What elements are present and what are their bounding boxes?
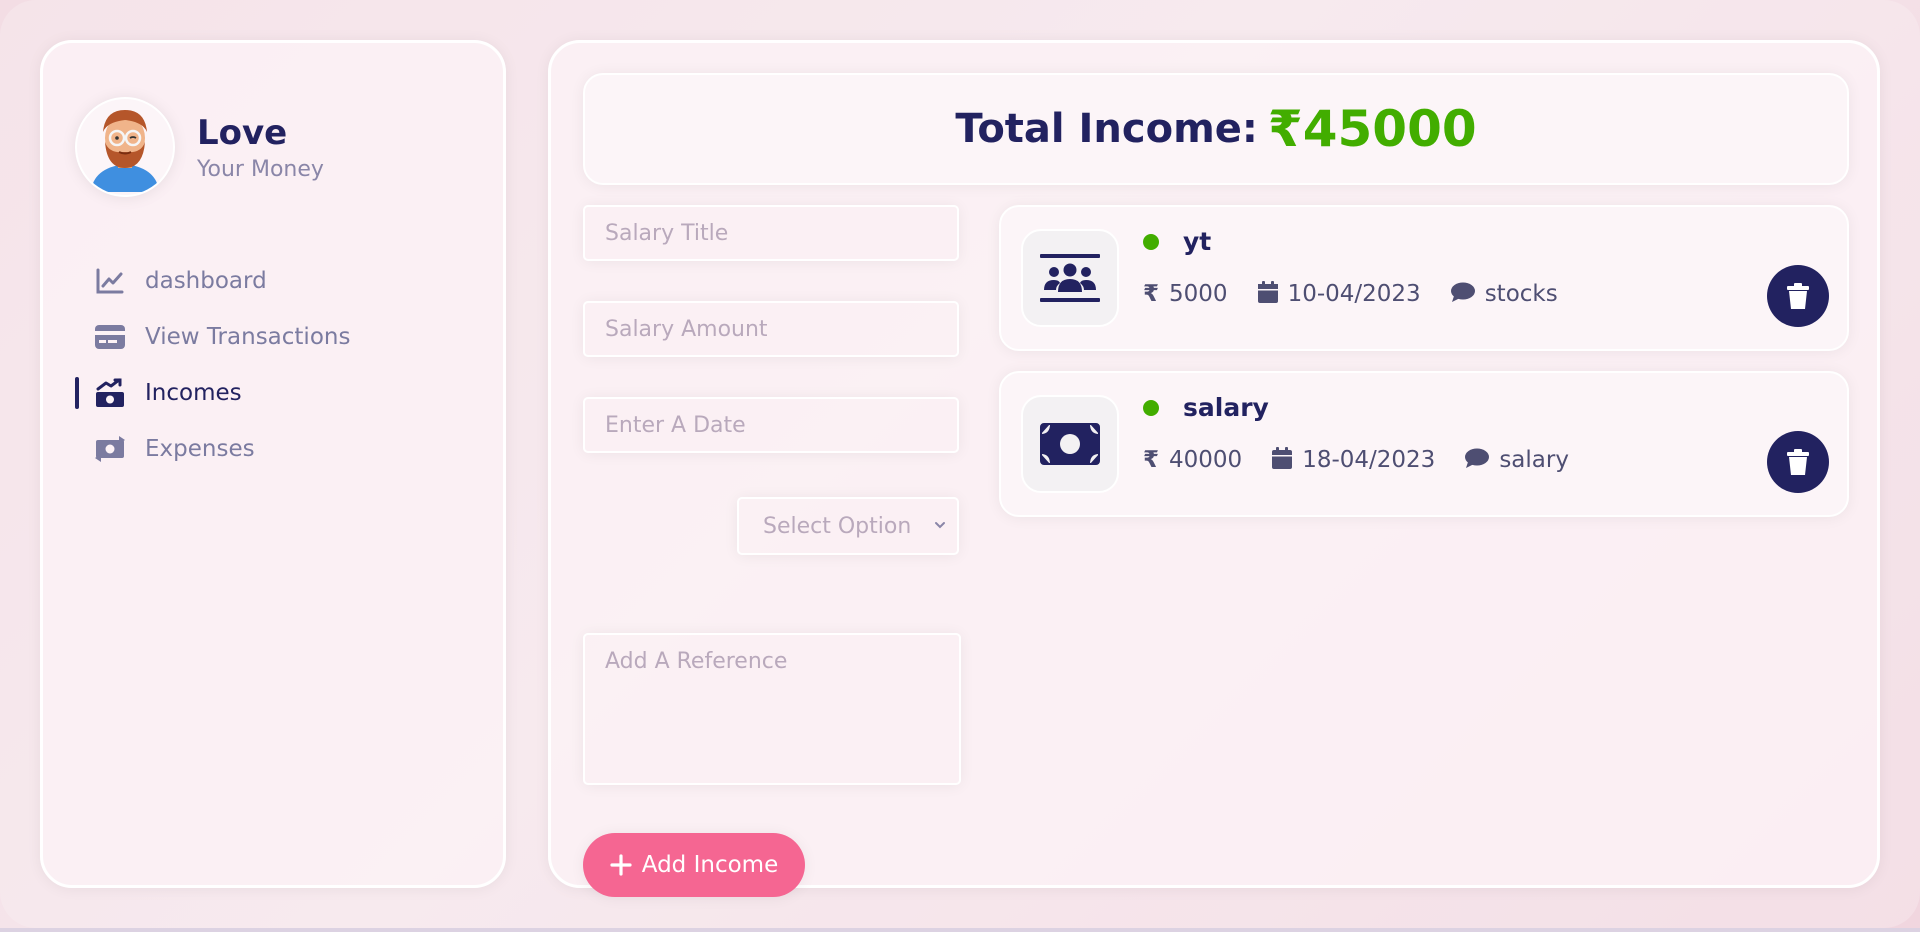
profile-name: Love xyxy=(197,112,288,153)
avatar xyxy=(75,97,175,197)
income-date: 18-04/2023 xyxy=(1272,447,1435,473)
income-date: 10-04/2023 xyxy=(1257,281,1421,307)
income-category-icon-box xyxy=(1021,229,1119,327)
add-income-label: Add Income xyxy=(641,852,779,878)
nav-label: Incomes xyxy=(145,380,242,406)
trash-icon xyxy=(1787,283,1809,309)
total-income-value: ₹45000 xyxy=(1267,100,1477,158)
trash-icon xyxy=(1787,449,1809,475)
nav-label: dashboard xyxy=(145,268,267,294)
salary-amount-input[interactable] xyxy=(583,301,959,357)
money-bill-trend-icon xyxy=(93,376,127,410)
income-amount: ₹ 5000 xyxy=(1143,281,1228,307)
money-bill-transfer-icon xyxy=(93,432,127,466)
income-title: salary xyxy=(1183,393,1269,422)
window-bottom-edge xyxy=(0,928,1920,932)
income-description: stocks xyxy=(1450,281,1558,307)
user-profile: Love Your Money xyxy=(75,97,324,197)
amount-value: 40000 xyxy=(1169,447,1243,473)
money-bill-icon xyxy=(1040,423,1100,465)
credit-card-icon xyxy=(93,320,127,354)
category-select[interactable]: Select Option xyxy=(737,497,959,555)
avatar-icon xyxy=(91,110,159,192)
rupee-icon: ₹ xyxy=(1143,281,1160,307)
status-dot xyxy=(1143,233,1159,250)
income-category-icon-box xyxy=(1021,395,1119,493)
category-select-value: Select Option xyxy=(763,513,912,539)
nav-item-expenses[interactable]: Expenses xyxy=(75,421,350,477)
salary-title-input[interactable] xyxy=(583,205,959,261)
rupee-icon: ₹ xyxy=(1143,447,1160,473)
nav-menu: dashboard View Transactions Incomes Expe… xyxy=(75,253,350,477)
users-icon xyxy=(1040,254,1100,302)
chevron-down-icon xyxy=(933,517,947,536)
total-income-label: Total Income: xyxy=(955,106,1258,152)
comment-icon xyxy=(1465,448,1490,472)
comment-icon xyxy=(1450,282,1475,306)
calendar-icon xyxy=(1257,281,1278,307)
amount-value: 5000 xyxy=(1169,281,1228,307)
date-value: 18-04/2023 xyxy=(1302,447,1436,473)
nav-item-dashboard[interactable]: dashboard xyxy=(75,253,350,309)
income-title: yt xyxy=(1183,227,1212,256)
income-item: salary ₹ 40000 18-04/2023 salary xyxy=(999,371,1849,517)
status-dot xyxy=(1143,399,1159,416)
reference-textarea[interactable] xyxy=(583,633,961,785)
total-income-banner: Total Income: ₹45000 xyxy=(583,73,1849,185)
incomes-panel: Total Income: ₹45000 Select Option Add I… xyxy=(548,40,1880,897)
nav-label: View Transactions xyxy=(145,324,351,350)
chart-line-icon xyxy=(93,264,127,298)
sidebar: Love Your Money dashboard View Transacti… xyxy=(40,40,506,888)
income-amount: ₹ 40000 xyxy=(1143,447,1242,473)
nav-item-view-transactions[interactable]: View Transactions xyxy=(75,309,350,365)
delete-income-button[interactable] xyxy=(1767,265,1829,327)
income-item: yt ₹ 5000 10-04/2023 stocks xyxy=(999,205,1849,351)
date-value: 10-04/2023 xyxy=(1287,281,1421,307)
delete-income-button[interactable] xyxy=(1767,431,1829,493)
plus-icon xyxy=(610,854,632,876)
description-value: stocks xyxy=(1484,281,1558,307)
nav-label: Expenses xyxy=(145,436,255,462)
nav-item-incomes[interactable]: Incomes xyxy=(75,365,350,421)
calendar-icon xyxy=(1272,447,1293,473)
description-value: salary xyxy=(1499,447,1569,473)
profile-subtitle: Your Money xyxy=(197,156,324,182)
income-description: salary xyxy=(1465,447,1569,473)
date-input[interactable] xyxy=(583,397,959,453)
add-income-button[interactable]: Add Income xyxy=(583,833,805,897)
